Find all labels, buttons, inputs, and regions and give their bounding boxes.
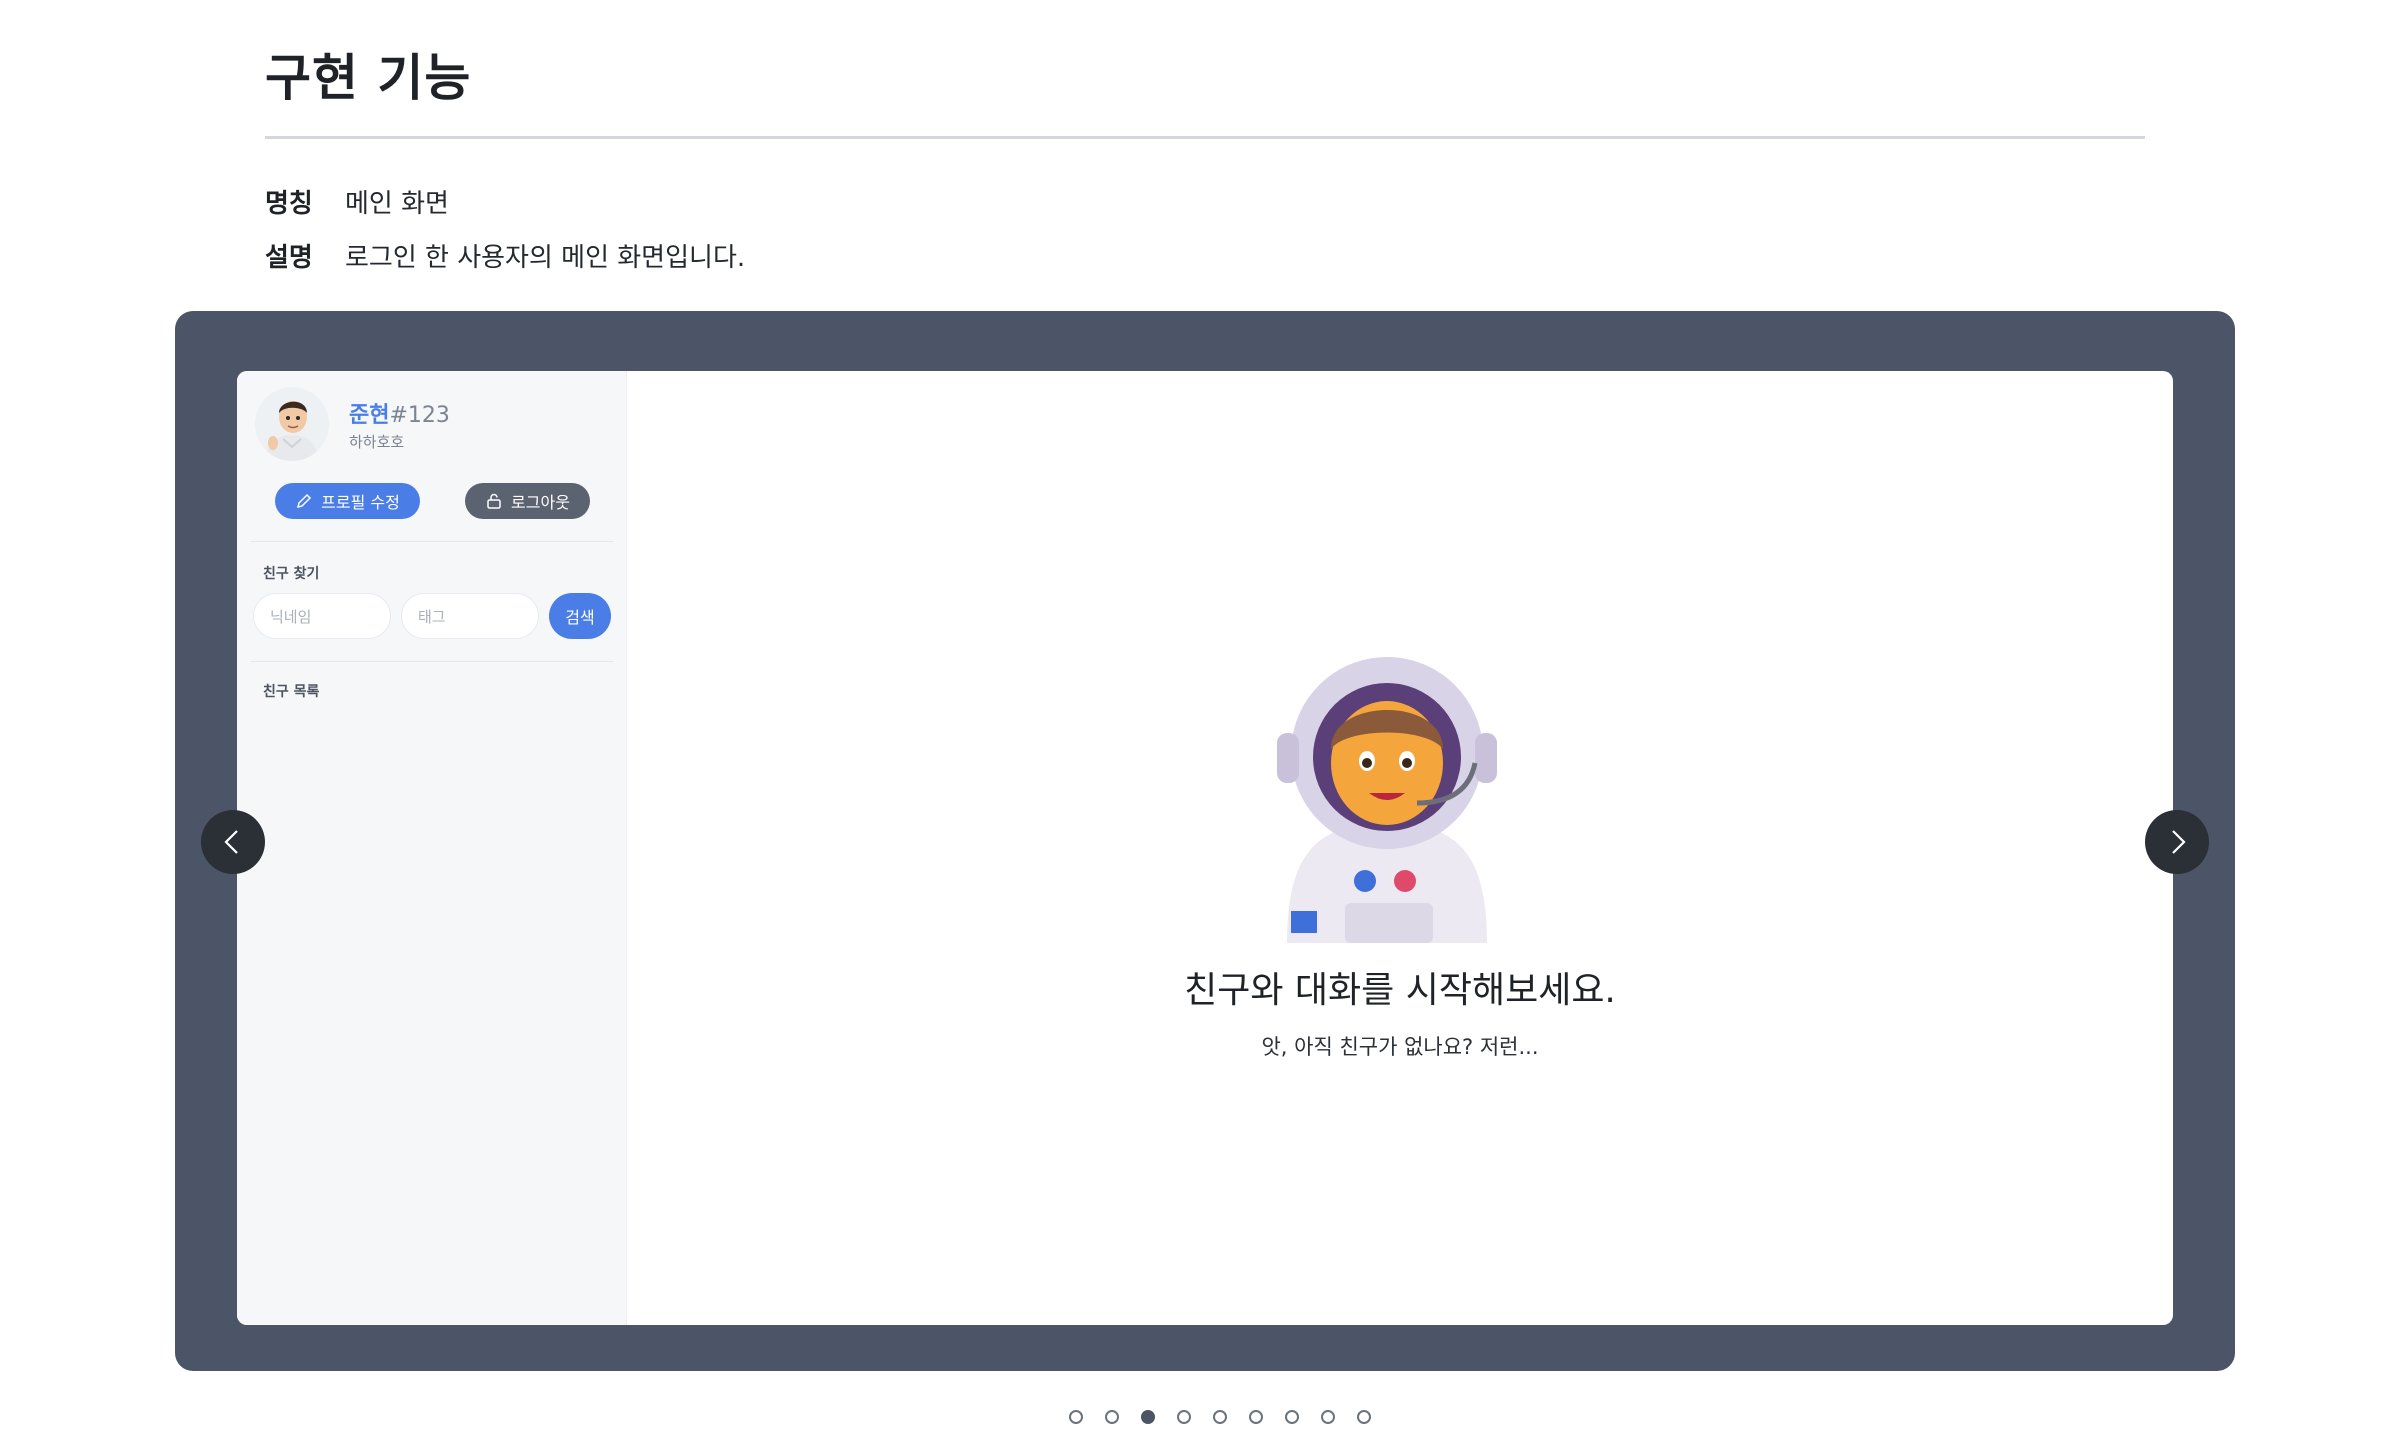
title-divider <box>265 136 2145 139</box>
chevron-right-icon <box>2172 830 2186 854</box>
chat-empty-state: 친구와 대화를 시작해보세요. 앗, 아직 친구가 없나요? 저런... <box>627 371 2173 1325</box>
meta-name-key: 명칭 <box>265 189 313 219</box>
logout-label: 로그아웃 <box>511 493 570 512</box>
carousel-dot[interactable] <box>1213 1410 1227 1424</box>
user-display-name: 준현#123 <box>349 397 450 429</box>
lock-icon <box>487 493 501 509</box>
empty-state-title: 친구와 대화를 시작해보세요. <box>1184 970 1616 1011</box>
carousel-dot[interactable] <box>1069 1410 1083 1424</box>
carousel-slide: 준현#123 하하호호 프로필 수정 로그아웃 친구 찾기 닉네임 태그 검색 <box>237 371 2173 1325</box>
meta-desc-value: 로그인 한 사용자의 메인 화면입니다. <box>345 243 746 273</box>
meta-desc-row: 설명 로그인 한 사용자의 메인 화면입니다. <box>265 237 745 274</box>
avatar <box>255 387 329 461</box>
astronaut-illustration <box>1277 657 1497 943</box>
edit-profile-button[interactable]: 프로필 수정 <box>275 483 420 519</box>
search-button[interactable]: 검색 <box>549 593 611 639</box>
find-friend-label: 친구 찾기 <box>263 566 320 582</box>
meta-name-value: 메인 화면 <box>345 189 449 219</box>
user-nickname: 준현 <box>349 403 390 428</box>
carousel-prev-button[interactable] <box>201 810 265 874</box>
avatar-image <box>255 387 329 461</box>
carousel-dot[interactable] <box>1321 1410 1335 1424</box>
empty-state-subtitle: 앗, 아직 친구가 없나요? 저런... <box>1261 1035 1539 1059</box>
meta-desc-key: 설명 <box>265 243 313 273</box>
carousel-dot[interactable] <box>1357 1410 1371 1424</box>
carousel-next-button[interactable] <box>2145 810 2209 874</box>
carousel-dot[interactable] <box>1105 1410 1119 1424</box>
carousel-dot[interactable] <box>1249 1410 1263 1424</box>
carousel-dot[interactable] <box>1177 1410 1191 1424</box>
nickname-search-input[interactable]: 닉네임 <box>253 593 391 639</box>
tag-search-input[interactable]: 태그 <box>401 593 539 639</box>
carousel-dot[interactable] <box>1285 1410 1299 1424</box>
edit-profile-label: 프로필 수정 <box>321 493 400 512</box>
user-tag: #123 <box>389 403 450 428</box>
carousel-dot[interactable] <box>1141 1410 1155 1424</box>
user-status-message: 하하호호 <box>349 433 405 451</box>
sidebar-divider <box>251 541 613 542</box>
app-sidebar: 준현#123 하하호호 프로필 수정 로그아웃 친구 찾기 닉네임 태그 검색 <box>237 371 627 1325</box>
meta-name-row: 명칭 메인 화면 <box>265 183 449 220</box>
section-title: 구현 기능 <box>265 49 472 107</box>
pencil-icon <box>297 493 312 509</box>
friend-list-label: 친구 목록 <box>263 684 320 700</box>
screenshot-carousel: 준현#123 하하호호 프로필 수정 로그아웃 친구 찾기 닉네임 태그 검색 <box>175 311 2235 1371</box>
logout-button[interactable]: 로그아웃 <box>465 483 590 519</box>
sidebar-divider <box>251 661 613 662</box>
chevron-left-icon <box>224 830 238 854</box>
carousel-pagination <box>0 1410 2400 1424</box>
